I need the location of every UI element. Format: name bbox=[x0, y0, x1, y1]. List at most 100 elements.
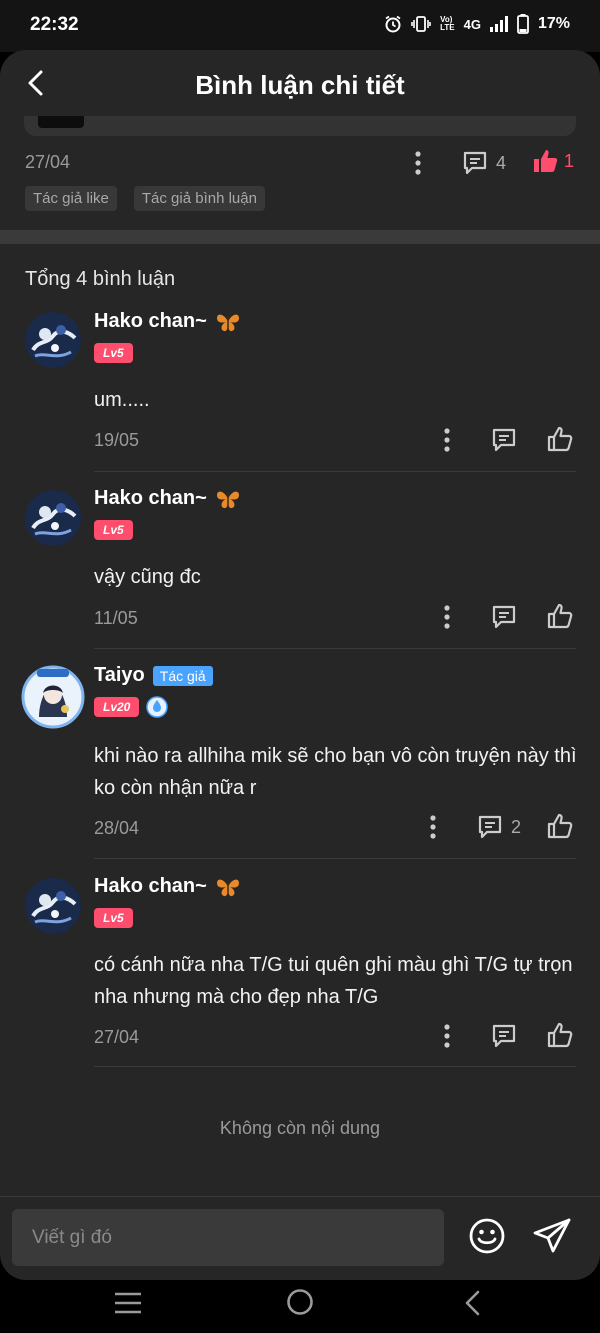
emoji-button[interactable] bbox=[468, 1217, 506, 1260]
butterfly-icon bbox=[216, 491, 239, 508]
post-thumbnail bbox=[38, 116, 84, 128]
author-row: Hako chan~ bbox=[94, 875, 241, 898]
comment-like-button[interactable] bbox=[546, 425, 574, 458]
post-more-button[interactable] bbox=[408, 150, 428, 181]
thumbs-up-icon bbox=[547, 603, 573, 629]
recent-apps-button[interactable] bbox=[114, 1291, 142, 1320]
post-like-button[interactable]: 1 bbox=[532, 148, 574, 174]
home-circle-icon bbox=[287, 1289, 313, 1315]
system-nav-bar bbox=[0, 1280, 600, 1333]
level-badge: Lv20 bbox=[94, 697, 140, 717]
battery-icon bbox=[517, 14, 529, 34]
page-title: Bình luận chi tiết bbox=[195, 70, 405, 100]
post-like-count: 1 bbox=[564, 150, 575, 171]
author-name[interactable]: Hako chan~ bbox=[94, 487, 207, 510]
author-row: Taiyo Tác giả bbox=[94, 664, 213, 687]
volte-indicator: Vo) LTE bbox=[440, 15, 455, 32]
thumbs-up-icon bbox=[547, 426, 573, 452]
post-comment-button[interactable]: 4 bbox=[462, 150, 506, 176]
avatar[interactable] bbox=[21, 665, 85, 729]
comment-divider bbox=[94, 858, 576, 859]
level-badge: Lv5 bbox=[94, 908, 133, 928]
thumbs-up-icon bbox=[547, 1022, 573, 1048]
comment-like-button[interactable] bbox=[546, 812, 574, 845]
comment-more-button[interactable] bbox=[437, 427, 457, 458]
post-comment-count: 4 bbox=[496, 152, 507, 173]
comment-more-button[interactable] bbox=[437, 604, 457, 635]
more-vertical-icon bbox=[415, 151, 421, 175]
system-back-button[interactable] bbox=[462, 1289, 484, 1322]
comment-icon bbox=[492, 428, 516, 452]
alarm-icon bbox=[385, 15, 401, 33]
comment-icon bbox=[492, 605, 516, 629]
post-card[interactable] bbox=[24, 116, 576, 136]
avatar[interactable] bbox=[25, 490, 81, 546]
post-date: 27/04 bbox=[25, 152, 71, 172]
comment-text: vậy cũng đc bbox=[94, 566, 201, 588]
section-divider bbox=[0, 230, 600, 244]
post-tags: Tác giả like Tác giả bình luận bbox=[25, 186, 265, 211]
home-button[interactable] bbox=[286, 1288, 314, 1321]
send-icon bbox=[533, 1218, 571, 1253]
comment-more-button[interactable] bbox=[423, 814, 443, 845]
comment-divider bbox=[94, 1066, 576, 1067]
comment-text: có cánh nữa nha T/G tui quên ghi màu ghì… bbox=[94, 954, 573, 1008]
author-name[interactable]: Hako chan~ bbox=[94, 875, 207, 898]
send-button[interactable] bbox=[532, 1217, 572, 1260]
more-vertical-icon bbox=[444, 605, 450, 629]
end-of-list-label: Không còn nội dung bbox=[219, 1118, 381, 1138]
author-role-badge: Tác giả bbox=[152, 665, 213, 686]
comment-input[interactable] bbox=[12, 1209, 444, 1266]
comment-date: 28/04 bbox=[94, 818, 140, 838]
more-vertical-icon bbox=[444, 1024, 450, 1048]
status-icons: Vo) LTE 4G 17% bbox=[384, 14, 570, 34]
signal-icon bbox=[489, 16, 508, 32]
comment-like-button[interactable] bbox=[546, 602, 574, 635]
comment-reply-button[interactable]: 2 bbox=[477, 814, 521, 840]
comment-reply-button[interactable] bbox=[491, 427, 517, 453]
reply-count: 2 bbox=[511, 816, 522, 837]
post-meta: 27/04 4 1 bbox=[0, 146, 600, 180]
menu-icon bbox=[115, 1292, 141, 1314]
tag-author-comment: Tác giả bình luận bbox=[133, 186, 265, 211]
verified-drop-icon bbox=[146, 696, 168, 718]
vibrate-icon bbox=[411, 16, 431, 32]
author-name[interactable]: Taiyo bbox=[94, 664, 145, 687]
author-row: Hako chan~ bbox=[94, 310, 241, 333]
comment-icon bbox=[478, 815, 502, 839]
comment-like-button[interactable] bbox=[546, 1021, 574, 1054]
comment-divider bbox=[94, 471, 576, 472]
comment-reply-button[interactable] bbox=[491, 604, 517, 630]
comment-icon bbox=[463, 151, 487, 175]
chevron-left-icon bbox=[465, 1290, 480, 1316]
comment-text: khi nào ra allhiha mik sẽ cho bạn vô còn… bbox=[94, 745, 577, 799]
comment-detail-screen: Bình luận chi tiết 27/04 4 1 Tác giả lik… bbox=[0, 50, 600, 1280]
butterfly-icon bbox=[216, 879, 239, 896]
author-row: Hako chan~ bbox=[94, 487, 241, 510]
network-type: 4G bbox=[463, 16, 481, 32]
level-badge: Lv5 bbox=[94, 520, 133, 540]
tag-author-like: Tác giả like bbox=[25, 186, 117, 211]
status-bar: 22:32 Vo) LTE 4G 17% bbox=[0, 0, 600, 52]
smiley-icon bbox=[469, 1218, 505, 1254]
more-vertical-icon bbox=[430, 815, 436, 839]
thumbs-up-filled-icon bbox=[534, 150, 558, 172]
comment-reply-button[interactable] bbox=[491, 1023, 517, 1049]
status-time: 22:32 bbox=[30, 14, 79, 35]
thumbs-up-icon bbox=[547, 813, 573, 839]
avatar[interactable] bbox=[25, 878, 81, 934]
header: Bình luận chi tiết bbox=[0, 50, 600, 120]
author-name[interactable]: Hako chan~ bbox=[94, 310, 207, 333]
avatar[interactable] bbox=[25, 312, 81, 368]
comment-date: 19/05 bbox=[94, 430, 140, 450]
butterfly-icon bbox=[216, 314, 239, 331]
more-vertical-icon bbox=[444, 428, 450, 452]
comment-date: 27/04 bbox=[94, 1027, 140, 1047]
comment-date: 11/05 bbox=[94, 608, 138, 628]
battery-percent: 17% bbox=[537, 15, 570, 32]
comment-text: um..... bbox=[94, 389, 150, 411]
comment-icon bbox=[492, 1024, 516, 1048]
comments-total: Tổng 4 bình luận bbox=[25, 268, 176, 290]
comment-more-button[interactable] bbox=[437, 1023, 457, 1054]
level-badge: Lv5 bbox=[94, 343, 133, 363]
